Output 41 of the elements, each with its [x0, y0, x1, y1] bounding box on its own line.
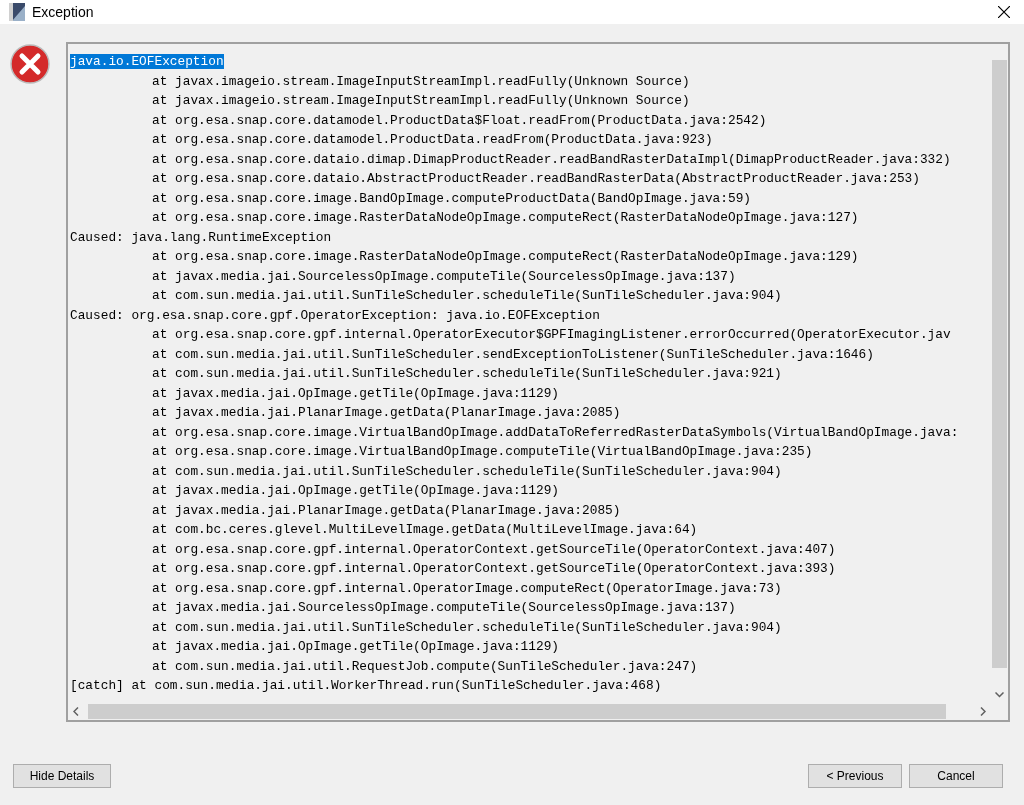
stack-trace-line: at com.sun.media.jai.util.SunTileScheduler.scheduleTile(SunTileScheduler.java:904)	[152, 463, 782, 479]
error-icon	[10, 44, 50, 84]
window-title: Exception	[32, 2, 94, 22]
stack-trace-line: at org.esa.snap.core.datamodel.ProductData$Float.readFrom(ProductData.java:2542)	[152, 112, 767, 128]
stack-trace-line: [catch] at com.sun.media.jai.util.WorkerThread.run(SunTileScheduler.java:468)	[70, 678, 662, 693]
stack-trace-line: at org.esa.snap.core.datamodel.ProductData.readFrom(ProductData.java:923)	[152, 132, 713, 147]
dialog-button[interactable]: < Previous	[808, 764, 902, 788]
stack-trace-line: at javax.imageio.stream.ImageInputStreamImpl.readFully(Unknown Source)	[152, 73, 690, 89]
stack-trace-line: at org.esa.snap.core.gpf.internal.OperatorContext.getSourceTile(OperatorContext.java:393)	[152, 561, 836, 576]
scrollbar-thumb[interactable]	[88, 704, 946, 719]
stack-trace-line: Caused: java.lang.RuntimeException	[70, 229, 332, 245]
stack-trace-line: at com.sun.media.jai.util.RequestJob.compute(SunTileScheduler.java:247)	[152, 658, 698, 674]
stack-trace-line: at org.esa.snap.core.gpf.internal.OperatorContext.getSourceTile(OperatorContext.java:407)	[152, 541, 836, 557]
stack-trace-line: at com.sun.media.jai.util.SunTileScheduler.sendExceptionToListener(SunTileScheduler.java:1646)	[152, 346, 874, 362]
stack-trace-line: at com.sun.media.jai.util.SunTileScheduler.scheduleTile(SunTileScheduler.java:904)	[152, 619, 782, 635]
stack-trace-line: at com.sun.media.jai.util.SunTileScheduler.scheduleTile(SunTileScheduler.java:921)	[152, 366, 782, 381]
close-icon[interactable]	[998, 6, 1010, 18]
stack-trace-line: at org.esa.snap.core.image.VirtualBandOpImage.addDataToReferredRasterDataSymbols(VirtualBandOpImage.java:	[152, 424, 959, 440]
stack-trace-line: at javax.media.jai.PlanarImage.getData(PlanarImage.java:2085)	[152, 405, 621, 420]
stack-trace-line: at org.esa.snap.core.image.RasterDataNodeOpImage.computeRect(RasterDataNodeOpImage.java:127)	[152, 210, 859, 225]
stack-trace-line: at javax.media.jai.SourcelessOpImage.computeTile(SourcelessOpImage.java:137)	[152, 268, 736, 284]
stack-trace-line: at org.esa.snap.core.gpf.internal.OperatorImage.computeRect(OperatorImage.java:73)	[152, 580, 782, 596]
app-logo-icon	[9, 3, 25, 21]
stack-trace-line: at javax.media.jai.OpImage.getTile(OpImage.java:1129)	[152, 639, 559, 654]
stack-trace-line: at javax.imageio.stream.ImageInputStreamImpl.readFully(Unknown Source)	[152, 93, 690, 108]
stack-trace-line: Caused: org.esa.snap.core.gpf.OperatorException: java.io.EOFException	[70, 307, 600, 323]
stack-trace-line: at javax.media.jai.OpImage.getTile(OpImage.java:1129)	[152, 483, 559, 498]
stack-trace-line: at javax.media.jai.SourcelessOpImage.computeTile(SourcelessOpImage.java:137)	[152, 600, 736, 615]
stack-trace-line: at org.esa.snap.core.gpf.internal.OperatorExecutor$GPFImagingListener.errorOccurred(OperatorExecutor.jav	[152, 327, 951, 342]
stack-trace-line: at org.esa.snap.core.image.VirtualBandOpImage.computeTile(VirtualBandOpImage.java:235)	[152, 444, 813, 459]
stack-trace-line: at org.esa.snap.core.image.RasterDataNodeOpImage.computeRect(RasterDataNodeOpImage.java:129)	[152, 249, 859, 264]
stack-trace-line: at org.esa.snap.core.image.BandOpImage.computeProductData(BandOpImage.java:59)	[152, 190, 751, 206]
stack-trace-line: at javax.media.jai.OpImage.getTile(OpImage.java:1129)	[152, 385, 559, 401]
stack-trace-line: at com.bc.ceres.glevel.MultiLevelImage.getData(MultiLevelImage.java:64)	[152, 522, 698, 537]
stack-trace-line: at com.sun.media.jai.util.SunTileScheduler.scheduleTile(SunTileScheduler.java:904)	[152, 288, 782, 303]
stack-trace-line: at org.esa.snap.core.dataio.AbstractProductReader.readBandRasterData(AbstractProductReader.java:253)	[152, 171, 920, 186]
scrollbar-thumb[interactable]	[992, 60, 1007, 668]
dialog-button[interactable]: Hide Details	[13, 764, 111, 788]
stack-trace-line: at org.esa.snap.core.dataio.dimap.DimapProductReader.readBandRasterDataImpl(DimapProductReader.java:332)	[152, 151, 951, 167]
dialog-button[interactable]: Cancel	[909, 764, 1003, 788]
stack-trace-line: at javax.media.jai.PlanarImage.getData(PlanarImage.java:2085)	[152, 502, 621, 518]
